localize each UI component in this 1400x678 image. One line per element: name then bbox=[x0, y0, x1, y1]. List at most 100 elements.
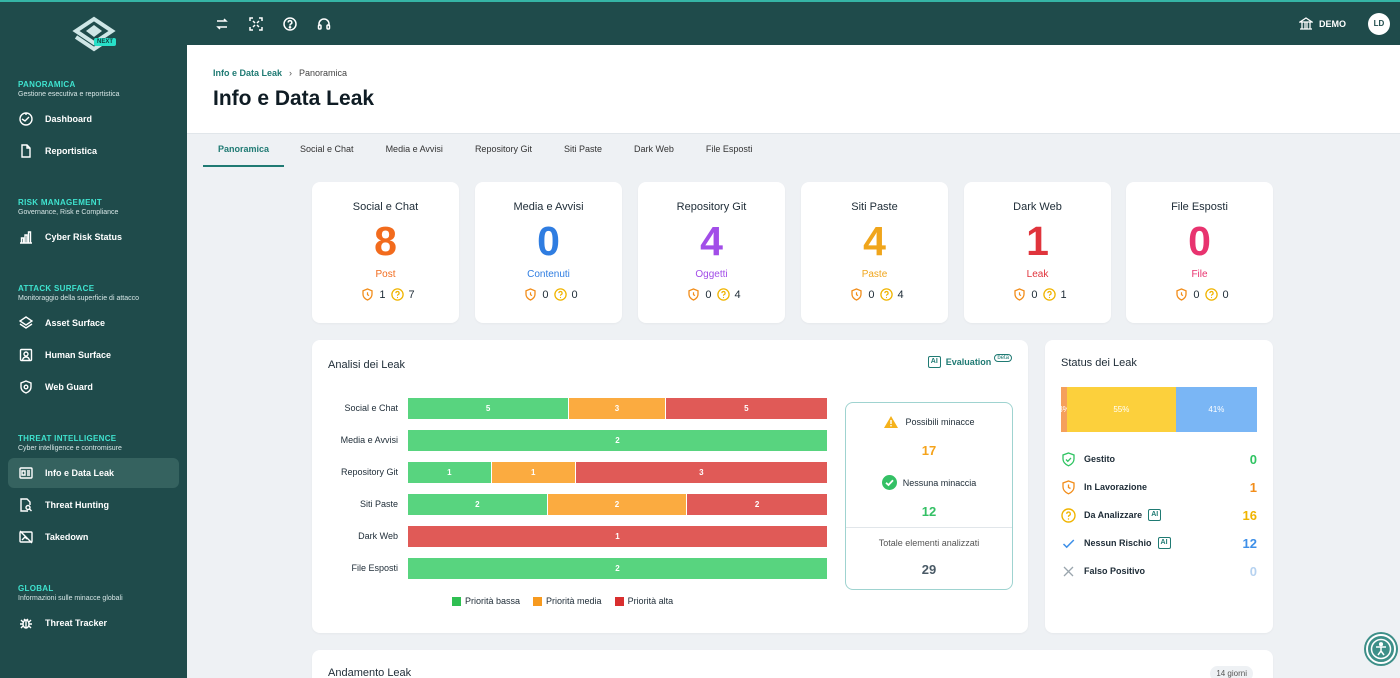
sidebar-section-title: PANORAMICA bbox=[18, 80, 76, 89]
kpi-title: File Esposti bbox=[1171, 201, 1228, 213]
bar-segment-priorit-bassa[interactable]: 2 bbox=[408, 558, 827, 579]
leak-analysis-title: Analisi dei Leak bbox=[328, 359, 406, 371]
leak-analysis-card: Analisi dei Leak AI Evaluation beta Soci… bbox=[312, 340, 1028, 633]
status-row-gestito[interactable]: Gestito 0 bbox=[1061, 449, 1257, 469]
ai-icon: AI bbox=[927, 356, 941, 368]
tab-file-esposti[interactable]: File Esposti bbox=[706, 134, 753, 167]
user-avatar[interactable]: LD bbox=[1368, 12, 1390, 35]
org-label: DEMO bbox=[1319, 18, 1346, 29]
legend-item-priorit-alta[interactable]: Priorità alta bbox=[614, 596, 673, 606]
sidebar-item-reportistica[interactable]: Reportistica bbox=[8, 136, 179, 166]
sidebar-item-info-e-data-leak[interactable]: Info e Data Leak bbox=[8, 458, 179, 488]
kpi-card-file-esposti[interactable]: File Esposti 0 File 0 0 bbox=[1126, 182, 1273, 323]
kpi-to-analyze-count: 1 bbox=[1060, 288, 1067, 301]
no-threat-value: 12 bbox=[921, 504, 937, 519]
bar-segment-priorit-bassa[interactable]: 2 bbox=[408, 430, 827, 451]
ai-evaluation-button[interactable]: AI Evaluation beta bbox=[927, 354, 1012, 368]
tab-social-chat[interactable]: Social e Chat bbox=[300, 134, 354, 167]
sidebar-section-threat-intelligence: THREAT INTELLIGENCE Cyber intelligence e… bbox=[0, 434, 187, 552]
status-row-in-lavorazione[interactable]: In Lavorazione 1 bbox=[1061, 477, 1257, 497]
kpi-card-social-e-chat[interactable]: Social e Chat 8 Post 1 7 bbox=[312, 182, 459, 323]
file-search-icon bbox=[19, 498, 45, 512]
kpi-card-siti-paste[interactable]: Siti Paste 4 Paste 0 4 bbox=[801, 182, 948, 323]
in-progress-shield-icon bbox=[525, 288, 537, 301]
swap-icon[interactable] bbox=[213, 15, 231, 33]
sidebar-item-threat-hunting[interactable]: Threat Hunting bbox=[8, 490, 179, 520]
accessibility-button[interactable] bbox=[1366, 634, 1396, 664]
shield-check-icon bbox=[1061, 451, 1084, 467]
in-progress-shield-icon bbox=[1176, 288, 1188, 301]
tab-repository-git[interactable]: Repository Git bbox=[475, 134, 532, 167]
support-icon[interactable] bbox=[315, 15, 333, 33]
kpi-unit: Paste bbox=[861, 269, 888, 280]
kpi-card-media-e-avvisi[interactable]: Media e Avvisi 0 Contenuti 0 0 bbox=[475, 182, 622, 323]
chart-legend: Priorità bassa Priorità media Priorità alt… bbox=[452, 596, 686, 606]
app-logo[interactable]: NEXT bbox=[0, 0, 187, 72]
kpi-unit: Leak bbox=[1026, 269, 1049, 280]
kpi-status-counts: 1 7 bbox=[312, 288, 459, 301]
sidebar-item-dashboard[interactable]: Dashboard bbox=[8, 104, 179, 134]
status-row-label: Falso Positivo bbox=[1084, 566, 1146, 576]
sidebar-item-web-guard[interactable]: Web Guard bbox=[8, 372, 179, 402]
bar-segment-priorit-bassa[interactable]: 5 bbox=[408, 398, 570, 419]
bar-segment-priorit-alta[interactable]: 3 bbox=[575, 462, 827, 483]
tab-dark-web[interactable]: Dark Web bbox=[634, 134, 674, 167]
kpi-card-repository-git[interactable]: Repository Git 4 Oggetti 0 4 bbox=[638, 182, 785, 323]
sidebar-section-panoramica: PANORAMICA Gestione esecutiva e reportis… bbox=[0, 80, 187, 166]
leak-trend-title: Andamento Leak bbox=[328, 667, 412, 678]
sidebar-item-human-surface[interactable]: Human Surface bbox=[8, 340, 179, 370]
legend-label: Priorità media bbox=[546, 596, 602, 606]
bar-segment-priorit-alta[interactable]: 5 bbox=[665, 398, 827, 419]
status-bar-segment[interactable]: 55% bbox=[1066, 387, 1176, 432]
sidebar-item-takedown[interactable]: Takedown bbox=[8, 522, 179, 552]
kpi-in-progress-count: 0 bbox=[542, 288, 549, 301]
help-icon[interactable] bbox=[281, 15, 299, 33]
period-badge[interactable]: 14 giorni bbox=[1210, 666, 1253, 678]
fullscreen-icon[interactable] bbox=[247, 15, 265, 33]
sidebar-item-threat-tracker[interactable]: Threat Tracker bbox=[8, 608, 179, 638]
breadcrumb-parent-link[interactable]: Info e Data Leak bbox=[213, 68, 282, 78]
legend-item-priorit-bassa[interactable]: Priorità bassa bbox=[452, 596, 520, 606]
bar-segment-priorit-bassa[interactable]: 1 bbox=[408, 462, 492, 483]
bar-category-label: File Esposti bbox=[351, 563, 398, 573]
bar-category-label: Siti Paste bbox=[359, 499, 398, 509]
bar-segment-priorit-media[interactable]: 2 bbox=[547, 494, 688, 515]
bar-segment-priorit-media[interactable]: 3 bbox=[569, 398, 666, 419]
ai-icon: AI bbox=[1157, 537, 1171, 549]
tab-siti-paste[interactable]: Siti Paste bbox=[564, 134, 602, 167]
kpi-to-analyze-count: 0 bbox=[571, 288, 578, 301]
status-row-value: 12 bbox=[1242, 535, 1257, 551]
bar-segment-priorit-alta[interactable]: 2 bbox=[687, 494, 827, 515]
status-bar-segment[interactable]: 41% bbox=[1175, 387, 1257, 432]
bar-segment-value: 3 bbox=[699, 468, 704, 477]
sidebar-item-asset-surface[interactable]: Asset Surface bbox=[8, 308, 179, 338]
bar-segment-priorit-bassa[interactable]: 2 bbox=[408, 494, 548, 515]
tab-panoramica[interactable]: Panoramica bbox=[203, 134, 285, 167]
leak-status-card: Status dei Leak 3% 55% 41% Gestito 0 In La… bbox=[1045, 340, 1273, 633]
kpi-card-dark-web[interactable]: Dark Web 1 Leak 0 1 bbox=[964, 182, 1111, 323]
to-analyze-question-icon bbox=[1042, 288, 1056, 301]
total-analyzed-label: Totale elementi analizzati bbox=[878, 538, 980, 548]
bar-segment-priorit-media[interactable]: 1 bbox=[491, 462, 576, 483]
org-selector[interactable]: DEMO bbox=[1299, 17, 1346, 30]
bar-segment-priorit-alta[interactable]: 1 bbox=[408, 526, 827, 547]
status-row-da-analizzare[interactable]: Da Analizzare AI 16 bbox=[1061, 505, 1257, 525]
top-accent-line bbox=[0, 0, 1400, 2]
kpi-unit: Post bbox=[375, 269, 396, 280]
sidebar-section-subtitle: Governance, Risk e Compliance bbox=[18, 209, 119, 216]
kpi-unit: File bbox=[1191, 269, 1208, 280]
status-row-nessun-rischio[interactable]: Nessun Rischio AI 12 bbox=[1061, 533, 1257, 553]
status-row-label: In Lavorazione bbox=[1084, 482, 1148, 492]
tab-media-avvisi[interactable]: Media e Avvisi bbox=[386, 134, 443, 167]
kpi-status-counts: 0 1 bbox=[964, 288, 1111, 301]
status-row-label: Da Analizzare bbox=[1084, 510, 1143, 520]
news-icon bbox=[19, 466, 45, 480]
person-badge-icon bbox=[19, 348, 45, 362]
status-row-falso-positivo[interactable]: Falso Positivo 0 bbox=[1061, 561, 1257, 581]
kpi-status-counts: 0 0 bbox=[1126, 288, 1273, 301]
kpi-value: 0 bbox=[537, 218, 560, 264]
bar-segment-value: 2 bbox=[475, 500, 480, 509]
sidebar-item-cyber-risk-status[interactable]: Cyber Risk Status bbox=[8, 222, 179, 252]
divider bbox=[846, 527, 1012, 528]
legend-item-priorit-media[interactable]: Priorità media bbox=[533, 596, 602, 606]
